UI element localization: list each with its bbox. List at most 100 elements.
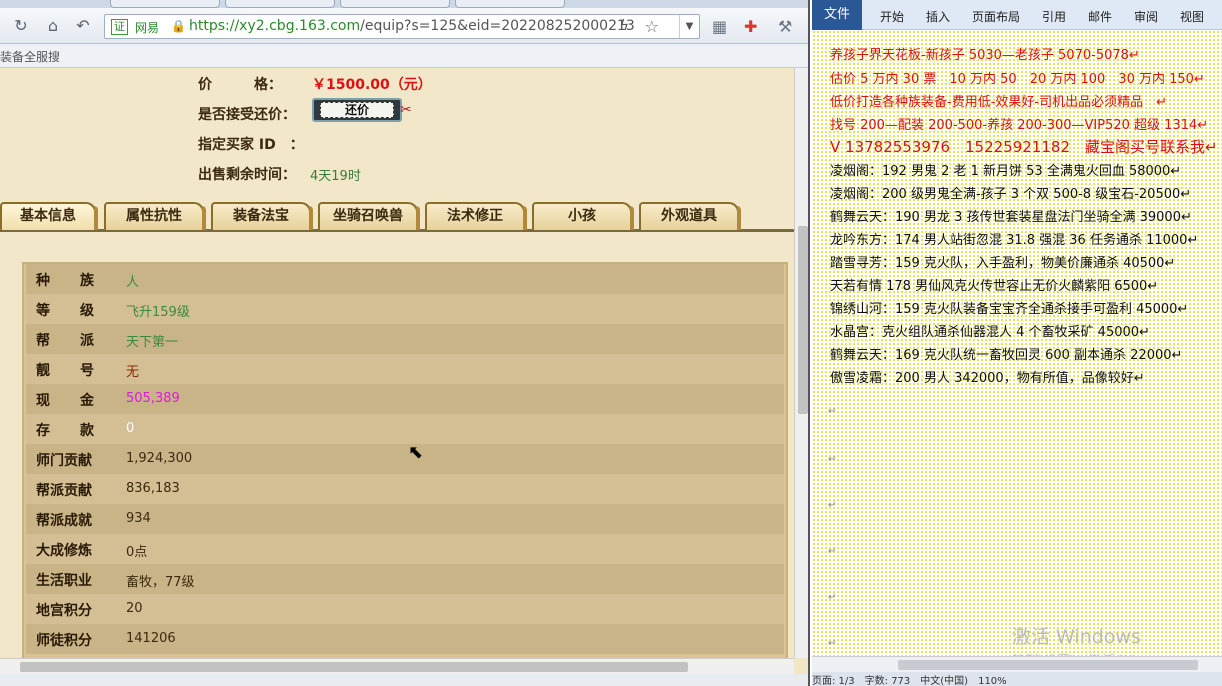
wrench-icon[interactable]: ⚒ [778, 17, 792, 36]
tab-basic-info[interactable]: 基本信息 [0, 202, 98, 230]
grid-icon[interactable]: ▦ [712, 17, 727, 36]
tab-insert[interactable]: 插入 [926, 8, 950, 25]
bargain-label: 是否接受还价： [198, 107, 296, 123]
paragraph-mark: ↵ [828, 454, 837, 465]
browser-tab[interactable] [340, 0, 450, 8]
page-content: 价 格： ￥1500.00（元） 是否接受还价： 还价 ✂ 指定买家 ID ： … [0, 68, 794, 658]
paragraph-mark: ↵ [828, 546, 837, 557]
paragraph-mark: ↵ [828, 406, 837, 417]
browser-status-bar [0, 674, 808, 686]
doc-line: 估价 5 万内 30 票 10 万内 50 20 万内 100 30 万内 15… [830, 72, 1205, 87]
doc-line: 锦绣山河：159 克火队装备宝宝齐全通杀接手可盈利 45000↵ [830, 302, 1189, 317]
home-icon[interactable]: ⌂ [42, 15, 64, 37]
table-row: 帮派贡献 836,183 [26, 474, 784, 504]
document-body[interactable]: 养孩子界天花板-新孩子 5030—老孩子 5070-5078↵ 估价 5 万内 … [812, 30, 1222, 669]
row-label: 靓号 [36, 363, 124, 379]
tab-references[interactable]: 引用 [1042, 8, 1066, 25]
row-value: 飞升159级 [126, 305, 190, 320]
doc-line: 傲雪凌霜：200 男人 342000，物有所值，品像较好↵ [830, 371, 1145, 386]
address-bar[interactable]: 证 网易 🔒 https://xy2.cbg.163.com/equip?s=1… [104, 14, 700, 39]
scrollbar-thumb[interactable] [898, 660, 1198, 670]
paragraph-mark: ↵ [828, 592, 837, 603]
table-row: 帮派 天下第一 [26, 324, 784, 354]
table-row: 帮派成就 934 [26, 504, 784, 534]
detail-tabs: 基本信息 属性抗性 装备法宝 坐骑召唤兽 法术修正 小孩 外观道具 [0, 200, 794, 232]
row-value: 505,389 [126, 391, 180, 406]
table-row: 师门贡献 1,924,300 [26, 444, 784, 474]
doc-line: 凌烟阁：200 级男鬼全满-孩子 3 个双 500-8 级宝石-20500↵ [830, 187, 1192, 202]
url-host: https://xy2.cbg.163.com [189, 18, 361, 34]
doc-line: 找号 200—配装 200-500-养孩 200-300—VIP520 超级 1… [830, 118, 1209, 133]
browser-tab[interactable] [225, 0, 335, 8]
bargain-button-label: 还价 [320, 102, 394, 118]
browser-toolbar: ↻ ⌂ ↶ 证 网易 🔒 https://xy2.cbg.163.com/equ… [0, 8, 808, 44]
lock-icon: 🔒 [171, 19, 186, 33]
row-label: 帮派成就 [36, 513, 92, 529]
doc-line: 龙吟东方：174 男人站街忽混 31.8 强混 36 任务通杀 11000↵ [830, 233, 1199, 248]
table-row: 师徒积分 141206 [26, 624, 784, 654]
table-row: 地宫积分 20 [26, 594, 784, 624]
row-label: 生活职业 [36, 573, 92, 589]
tab-page-layout[interactable]: 页面布局 [972, 8, 1020, 25]
activation-watermark-title: 激活 Windows [1012, 626, 1141, 648]
tab-view[interactable]: 视图 [1180, 8, 1204, 25]
row-value: 836,183 [126, 481, 180, 496]
row-value: 畜牧，77级 [126, 575, 195, 590]
tab-file[interactable]: 文件 [812, 0, 862, 30]
browser-tab[interactable] [110, 0, 220, 8]
table-row: 生活职业 畜牧，77级 [26, 564, 784, 594]
cert-name: 网易 [135, 21, 160, 35]
table-row: 存款 0 [26, 414, 784, 444]
row-value: 1,924,300 [126, 451, 193, 466]
lightning-icon[interactable]: ϟ [620, 18, 629, 34]
row-value: 人 [126, 275, 140, 290]
row-label: 存款 [36, 423, 124, 439]
mouse-cursor-icon: ⬉ [408, 442, 424, 463]
word-window: 文件 开始 插入 页面布局 引用 邮件 审阅 视图 养孩子界天花板-新孩子 50… [812, 0, 1222, 686]
tab-review[interactable]: 审阅 [1134, 8, 1158, 25]
url-text[interactable]: https://xy2.cbg.163.com/equip?s=125&eid=… [189, 18, 635, 34]
row-label: 大成修炼 [36, 543, 92, 559]
tab-home[interactable]: 开始 [880, 8, 904, 25]
favorite-link[interactable]: 装备全服搜 [0, 48, 60, 65]
gamepad-icon[interactable]: ✚ [744, 17, 757, 36]
favorites-bar: 装备全服搜 [0, 44, 808, 68]
tab-appearance[interactable]: 外观道具 [639, 202, 741, 230]
table-row: 种族人 [26, 264, 784, 294]
tab-spells[interactable]: 法术修正 [425, 202, 527, 230]
cert-badge: 证 [111, 19, 128, 35]
doc-line: 鹤舞云天：169 克火队统一畜牧回灵 600 副本通杀 22000↵ [830, 348, 1183, 363]
refresh-icon[interactable]: ↻ [10, 15, 32, 37]
row-value: 天下第一 [126, 335, 179, 350]
doc-line: 天若有情 178 男仙风克火传世容止无价火麟紫阳 6500↵ [830, 279, 1159, 294]
ribbon-tabs: 文件 开始 插入 页面布局 引用 邮件 审阅 视图 [812, 0, 1222, 30]
basic-info-table: 种族人 等级 飞升159级 帮派 天下第一 靓号无 现金 505,389 存款 0 师门… [22, 262, 788, 658]
row-value: 0 [126, 421, 135, 436]
remaining-time-value: 4天19时 [310, 169, 361, 184]
word-status-bar: 页面: 1/3 字数: 773 中文(中国) 110% [812, 672, 1222, 686]
row-value: 141206 [126, 631, 176, 646]
doc-line: 凌烟阁：192 男鬼 2 老 1 新月饼 53 全满鬼火回血 58000↵ [830, 164, 1182, 179]
vertical-scrollbar[interactable] [794, 68, 808, 658]
table-row: 现金 505,389 [26, 384, 784, 414]
word-horizontal-scrollbar[interactable] [812, 656, 1222, 672]
doc-line: 水晶宫：克火组队通杀仙器混人 4 个畜牧采矿 45000↵ [830, 325, 1150, 340]
tab-equipment[interactable]: 装备法宝 [211, 202, 313, 230]
browser-window: ↻ ⌂ ↶ 证 网易 🔒 https://xy2.cbg.163.com/equ… [0, 0, 810, 686]
scrollbar-thumb[interactable] [798, 226, 808, 414]
doc-line: V 13782553976 15225921182 藏宝阁买号联系我↵ [830, 138, 1218, 156]
tab-mounts-pets[interactable]: 坐骑召唤兽 [318, 202, 420, 230]
price-label: 价 格： [198, 77, 282, 93]
horizontal-scrollbar[interactable] [0, 658, 794, 674]
bargain-button[interactable]: 还价 [312, 98, 402, 122]
scrollbar-thumb[interactable] [20, 662, 688, 672]
row-value: 无 [126, 365, 140, 380]
paragraph-mark: ↵ [828, 638, 837, 649]
tab-children[interactable]: 小孩 [532, 202, 634, 230]
tab-mailings[interactable]: 邮件 [1088, 8, 1112, 25]
tab-attributes[interactable]: 属性抗性 [104, 202, 206, 230]
browser-tab[interactable] [455, 0, 565, 8]
back-icon[interactable]: ↶ [72, 15, 94, 37]
star-icon[interactable]: ☆ [645, 17, 659, 36]
chevron-down-icon[interactable]: ▼ [679, 15, 699, 38]
